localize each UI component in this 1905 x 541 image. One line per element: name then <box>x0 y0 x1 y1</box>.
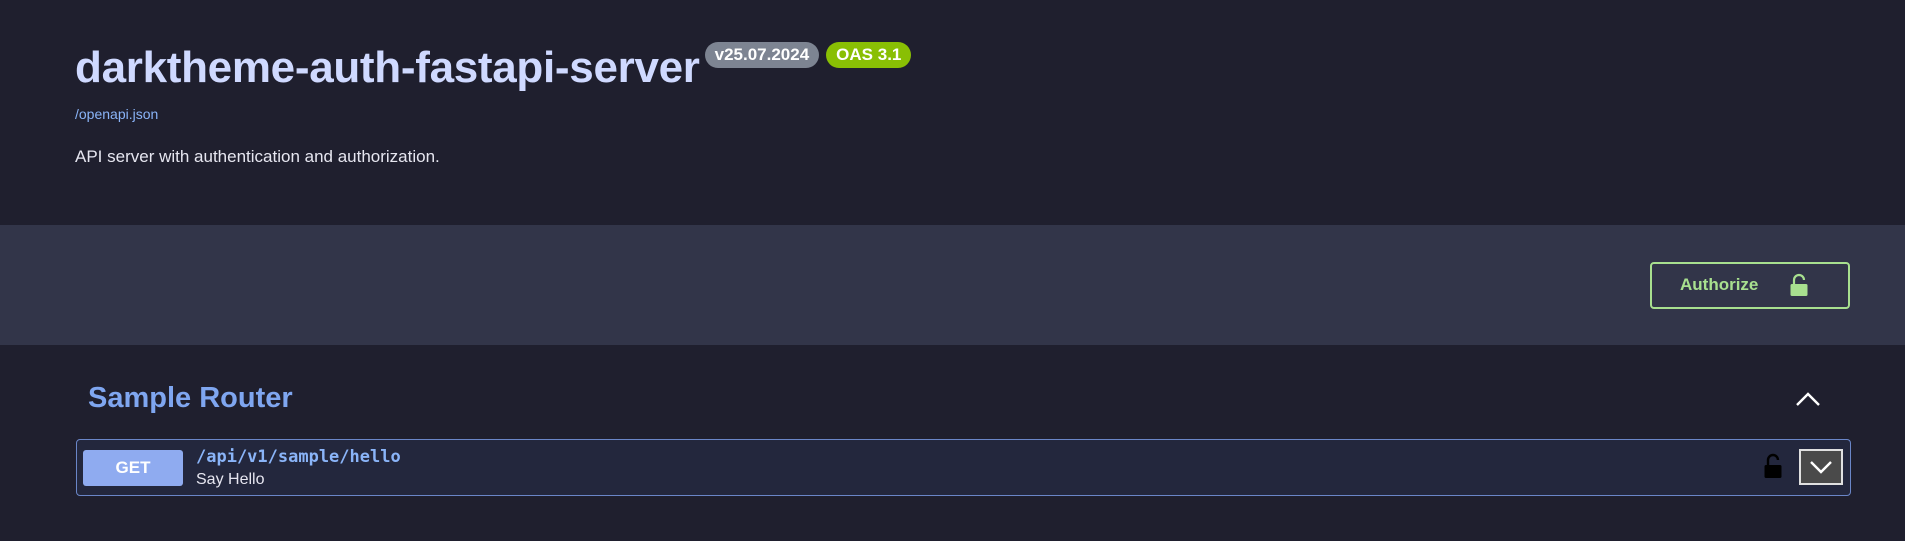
authorize-button[interactable]: Authorize <box>1650 262 1850 309</box>
chevron-up-icon[interactable] <box>1795 390 1821 410</box>
chevron-down-icon <box>1810 461 1832 474</box>
api-description: API server with authentication and autho… <box>75 147 440 166</box>
http-method-badge: GET <box>83 450 183 486</box>
operation-summary: Say Hello <box>196 471 265 488</box>
openapi-spec-link[interactable]: /openapi.json <box>75 106 1825 122</box>
unlocked-padlock-icon <box>1790 273 1808 296</box>
unlocked-padlock-icon[interactable] <box>1763 453 1783 479</box>
tag-title[interactable]: Sample Router <box>88 382 293 415</box>
tag-header[interactable]: Sample Router <box>76 370 1851 430</box>
tag-section-sample-router: Sample Router GET /api/v1/sample/hello S… <box>76 370 1851 496</box>
api-info-section: darktheme-auth-fastapi-server v25.07.202… <box>75 40 1825 167</box>
operation-path: /api/v1/sample/hello <box>196 447 401 467</box>
api-title: darktheme-auth-fastapi-server <box>75 43 700 92</box>
operation-get-hello[interactable]: GET /api/v1/sample/hello Say Hello <box>76 439 1851 496</box>
authorize-button-label: Authorize <box>1680 275 1759 294</box>
expand-operation-button[interactable] <box>1799 449 1843 485</box>
oas-version-badge: OAS 3.1 <box>826 42 912 68</box>
title-row: darktheme-auth-fastapi-server v25.07.202… <box>75 40 1825 96</box>
version-badge: v25.07.2024 <box>704 42 820 68</box>
scheme-container: Authorize <box>0 225 1905 345</box>
